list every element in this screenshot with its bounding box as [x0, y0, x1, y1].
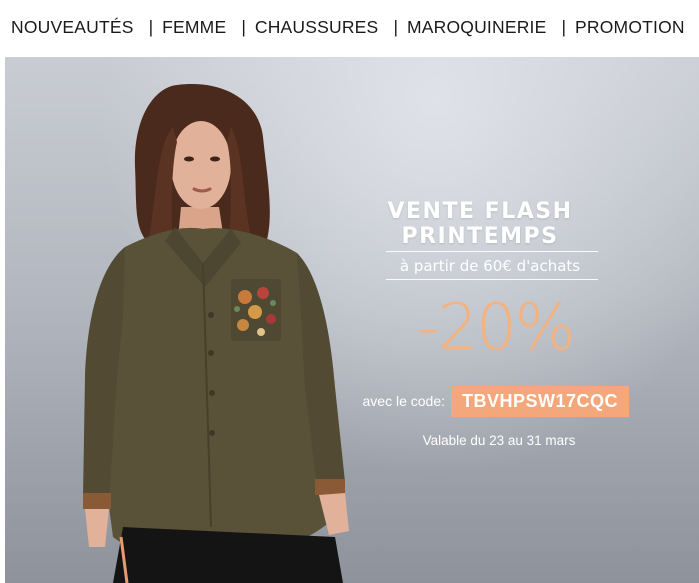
nav-item-promotion[interactable]: PROMOTION — [575, 17, 685, 38]
nav-separator: | — [148, 16, 154, 37]
promo-code[interactable]: TBVHPSW17CQC — [451, 386, 629, 417]
nav-separator: | — [393, 16, 398, 37]
nav-item-chaussures[interactable]: CHAUSSURES — [255, 17, 379, 38]
top-navigation: NOUVEAUTÉS | FEMME | CHAUSSURES | MAROQU… — [0, 0, 699, 54]
discount-value: -20% — [416, 291, 575, 365]
divider-top — [386, 251, 598, 252]
nav-item-maroquinerie[interactable]: MAROQUINERIE — [407, 17, 547, 38]
promo-headline: VENTE FLASH PRINTEMPS — [387, 199, 573, 249]
promo-banner[interactable]: VENTE FLASH PRINTEMPS à partir de 60€ d'… — [5, 57, 699, 583]
nav-item-femme[interactable]: FEMME — [162, 17, 226, 38]
promo-condition: à partir de 60€ d'achats — [399, 257, 581, 275]
promo-code-label: avec le code: — [362, 393, 446, 409]
nav-separator: | — [241, 16, 246, 37]
promo-validity: Valable du 23 au 31 mars — [422, 433, 576, 448]
divider-bottom — [386, 279, 598, 280]
nav-item-nouveautes[interactable]: NOUVEAUTÉS — [11, 17, 134, 38]
nav-separator: | — [561, 16, 567, 37]
